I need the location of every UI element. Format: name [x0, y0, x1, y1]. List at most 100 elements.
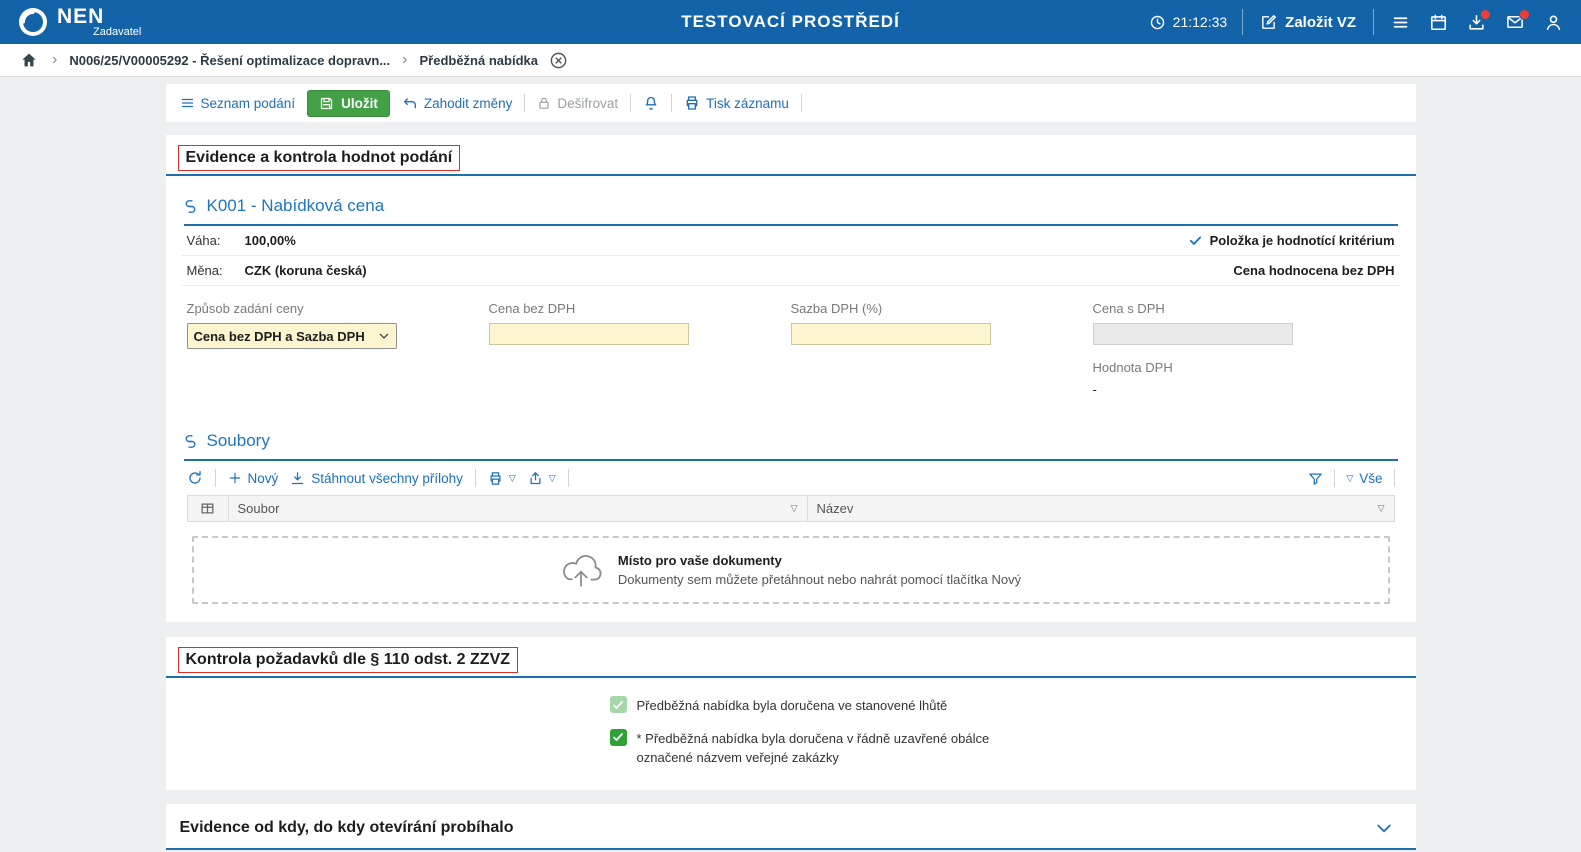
check-icon — [612, 731, 624, 743]
download-icon — [290, 471, 305, 486]
caret-down-icon[interactable]: ▽ — [791, 504, 798, 513]
caret-down-icon: ▽ — [549, 474, 556, 483]
breadcrumb-current[interactable]: Předběžná nabídka — [419, 53, 537, 68]
clock: 21:12:33 — [1149, 14, 1228, 31]
breadcrumb: › N006/25/V00005292 - Řešení optimalizac… — [0, 44, 1581, 77]
valuation-note: Cena hodnocena bez DPH — [1233, 263, 1394, 278]
column-settings-button[interactable] — [188, 496, 229, 521]
vat-amount-value: - — [1093, 382, 1395, 397]
home-button[interactable] — [18, 49, 40, 71]
menu-icon — [1391, 14, 1410, 31]
calendar-button[interactable] — [1427, 11, 1450, 34]
chevron-right-icon: › — [402, 52, 407, 68]
price-net-label: Cena bez DPH — [489, 301, 791, 316]
list-submissions-link[interactable]: Seznam podání — [180, 96, 296, 111]
separator — [630, 94, 631, 112]
checkbox-envelope[interactable] — [610, 729, 627, 746]
record-toolbar: Seznam podání Uložit Zahodit změny Dešif… — [166, 84, 1416, 122]
k001-heading: K001 - Nabídková cena — [182, 196, 1400, 216]
edit-icon — [1260, 14, 1277, 31]
user-icon — [1544, 13, 1563, 32]
requirements-panel: Kontrola požadavků dle § 110 odst. 2 ZZV… — [166, 637, 1416, 790]
weight-row: Váha: 100,00% Položka je hodnotící krité… — [182, 226, 1400, 256]
filter-button[interactable] — [1308, 471, 1323, 486]
weight-value: 100,00% — [245, 233, 296, 248]
brand-role: Zadavatel — [93, 26, 141, 38]
refresh-button[interactable] — [187, 470, 203, 486]
opening-panel: Evidence od kdy, do kdy otevírání probíh… — [166, 804, 1416, 850]
topbar: NEN Zadavatel TESTOVACÍ PROSTŘEDÍ 21:12:… — [0, 0, 1581, 44]
notification-badge — [1480, 9, 1491, 20]
separator — [1334, 469, 1335, 487]
files-table-header: Soubor ▽ Název ▽ — [187, 495, 1395, 522]
clock-icon — [1149, 14, 1166, 31]
menu-button[interactable] — [1389, 12, 1412, 33]
brand-name: NEN — [57, 7, 141, 26]
discard-changes-link[interactable]: Zahodit změny — [402, 95, 513, 111]
filter-icon — [1308, 471, 1323, 486]
nen-logo[interactable]: NEN Zadavatel — [0, 7, 141, 38]
price-net-input[interactable] — [489, 323, 689, 345]
separator — [1373, 9, 1374, 35]
vat-amount-label: Hodnota DPH — [1093, 360, 1395, 375]
environment-title: TESTOVACÍ PROSTŘEDÍ — [681, 12, 900, 32]
section-icon — [182, 433, 199, 450]
save-button[interactable]: Uložit — [307, 90, 390, 117]
print-files-button[interactable]: ▽ — [488, 471, 516, 486]
view-all-button[interactable]: ▽ Vše — [1346, 471, 1382, 486]
new-file-button[interactable]: Nový — [228, 471, 279, 486]
price-method-label: Způsob zadání ceny — [187, 301, 489, 316]
check-envelope-label: * Předběžná nabídka byla doručena v řádn… — [637, 729, 1049, 768]
refresh-icon — [187, 470, 203, 486]
downloads-button[interactable] — [1465, 11, 1488, 34]
chevron-right-icon: › — [52, 52, 57, 68]
save-icon — [319, 96, 334, 111]
currency-label: Měna: — [187, 263, 245, 278]
criterion-flag: Položka je hodnotící kritérium — [1188, 233, 1395, 248]
create-vz-button[interactable]: Založit VZ — [1258, 12, 1358, 33]
section-title-opening: Evidence od kdy, do kdy otevírání probíh… — [180, 819, 514, 837]
chevron-down-icon — [378, 330, 390, 342]
close-icon — [549, 51, 568, 70]
expand-section-button[interactable] — [1366, 816, 1402, 840]
messages-button[interactable] — [1503, 11, 1527, 33]
weight-label: Váha: — [187, 233, 245, 248]
undo-icon — [402, 95, 418, 111]
file-dropzone[interactable]: Místo pro vaše dokumenty Dokumenty sem m… — [192, 536, 1390, 604]
checkbox-deadline — [610, 696, 627, 713]
separator — [215, 469, 216, 487]
print-record-link[interactable]: Tisk záznamu — [684, 95, 789, 111]
notification-badge — [1519, 9, 1530, 20]
section-title-evidence: Evidence a kontrola hodnot podání — [178, 145, 461, 171]
evidence-panel: Evidence a kontrola hodnot podání K001 -… — [166, 135, 1416, 622]
clock-time: 21:12:33 — [1173, 14, 1228, 30]
user-button[interactable] — [1542, 11, 1565, 34]
caret-down-icon[interactable]: ▽ — [1378, 504, 1385, 513]
check-icon — [1188, 233, 1203, 248]
export-files-button[interactable]: ▽ — [528, 471, 556, 486]
home-icon — [20, 51, 38, 69]
notifications-button[interactable] — [643, 95, 659, 112]
plus-icon — [228, 471, 242, 485]
vat-rate-label: Sazba DPH (%) — [791, 301, 1093, 316]
section-rule — [166, 174, 1416, 176]
download-all-button[interactable]: Stáhnout všechny přílohy — [290, 471, 463, 486]
section-icon — [182, 198, 199, 215]
column-header-name[interactable]: Název ▽ — [808, 496, 1394, 521]
caret-down-icon: ▽ — [509, 474, 516, 483]
separator — [475, 469, 476, 487]
separator — [524, 94, 525, 112]
list-icon — [180, 96, 195, 110]
vat-rate-input[interactable] — [791, 323, 991, 345]
breadcrumb-contract[interactable]: N006/25/V00005292 - Řešení optimalizace … — [69, 53, 390, 68]
price-entry-method-select[interactable]: Cena bez DPH a Sazba DPH — [187, 323, 397, 349]
price-gross-label: Cena s DPH — [1093, 301, 1395, 316]
chevron-down-icon — [1374, 818, 1394, 838]
close-tab-button[interactable] — [549, 51, 568, 70]
currency-value: CZK (koruna česká) — [245, 263, 367, 278]
printer-icon — [684, 95, 700, 111]
printer-icon — [488, 471, 503, 486]
export-icon — [528, 471, 543, 486]
column-header-file[interactable]: Soubor ▽ — [229, 496, 808, 521]
section-rule — [166, 848, 1416, 850]
